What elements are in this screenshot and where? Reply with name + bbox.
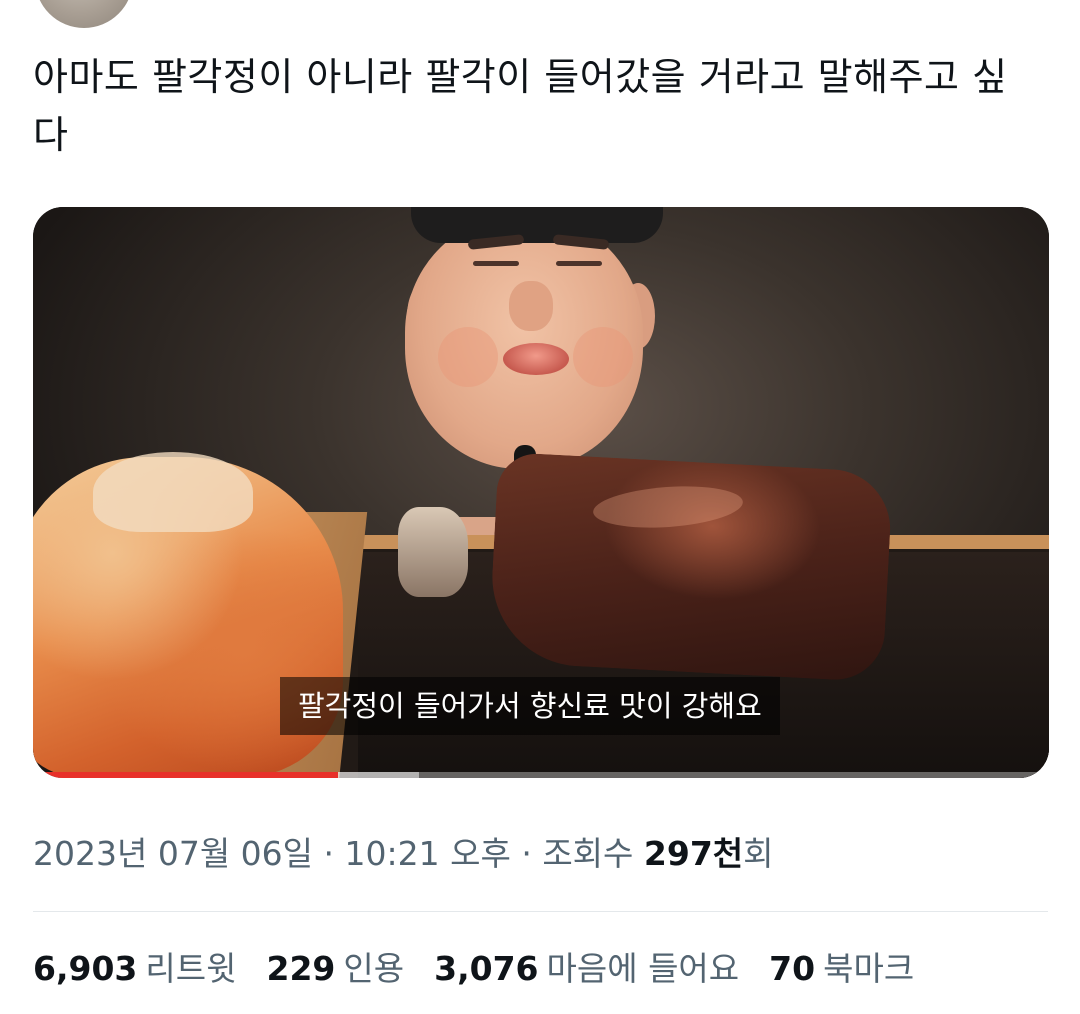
bookmarks-stat[interactable]: 70 북마크 xyxy=(769,945,914,993)
meta-separator: · xyxy=(510,834,543,873)
retweets-count: 6,903 xyxy=(33,949,138,988)
bookmarks-label: 북마크 xyxy=(823,949,915,988)
meta-separator: · xyxy=(313,834,345,873)
retweets-label: 리트윗 xyxy=(145,949,237,988)
views-count: 297천 xyxy=(643,834,744,873)
tweet-text: 아마도 팔각정이 아니라 팔각이 들어갔을 거라고 말해주고 싶다 xyxy=(33,55,1008,157)
tweet-detail: 아마도 팔각정이 아니라 팔각이 들어갔을 거라고 말해주고 싶다 팔각정이 들… xyxy=(0,0,1080,1014)
video-progress-bar[interactable] xyxy=(33,772,1049,778)
engagement-stats: 6,903 리트윗 229 인용 3,076 마음에 들어요 70 북마크 xyxy=(33,945,944,993)
video-progress-fill xyxy=(33,772,338,778)
likes-stat[interactable]: 3,076 마음에 들어요 xyxy=(434,945,739,993)
likes-label: 마음에 들어요 xyxy=(546,949,740,988)
user-avatar[interactable] xyxy=(35,0,133,28)
views-label: 조회수 xyxy=(542,834,644,873)
likes-count: 3,076 xyxy=(434,949,539,988)
bookmarks-count: 70 xyxy=(769,949,816,988)
quotes-stat[interactable]: 229 인용 xyxy=(266,945,404,993)
video-player[interactable]: 팔각정이 들어가서 향신료 맛이 강해요 xyxy=(33,207,1049,778)
tweet-date[interactable]: 2023년 07월 06일 xyxy=(33,834,313,873)
retweets-stat[interactable]: 6,903 리트윗 xyxy=(33,945,236,993)
views-suffix: 회 xyxy=(743,834,774,873)
divider xyxy=(33,911,1048,912)
tweet-time[interactable]: 10:21 오후 xyxy=(345,834,511,873)
quotes-label: 인용 xyxy=(343,949,405,988)
video-subtitle: 팔각정이 들어가서 향신료 맛이 강해요 xyxy=(280,677,780,735)
tweet-meta: 2023년 07월 06일 · 10:21 오후 · 조회수 297천회 xyxy=(33,830,774,878)
quotes-count: 229 xyxy=(266,949,336,988)
